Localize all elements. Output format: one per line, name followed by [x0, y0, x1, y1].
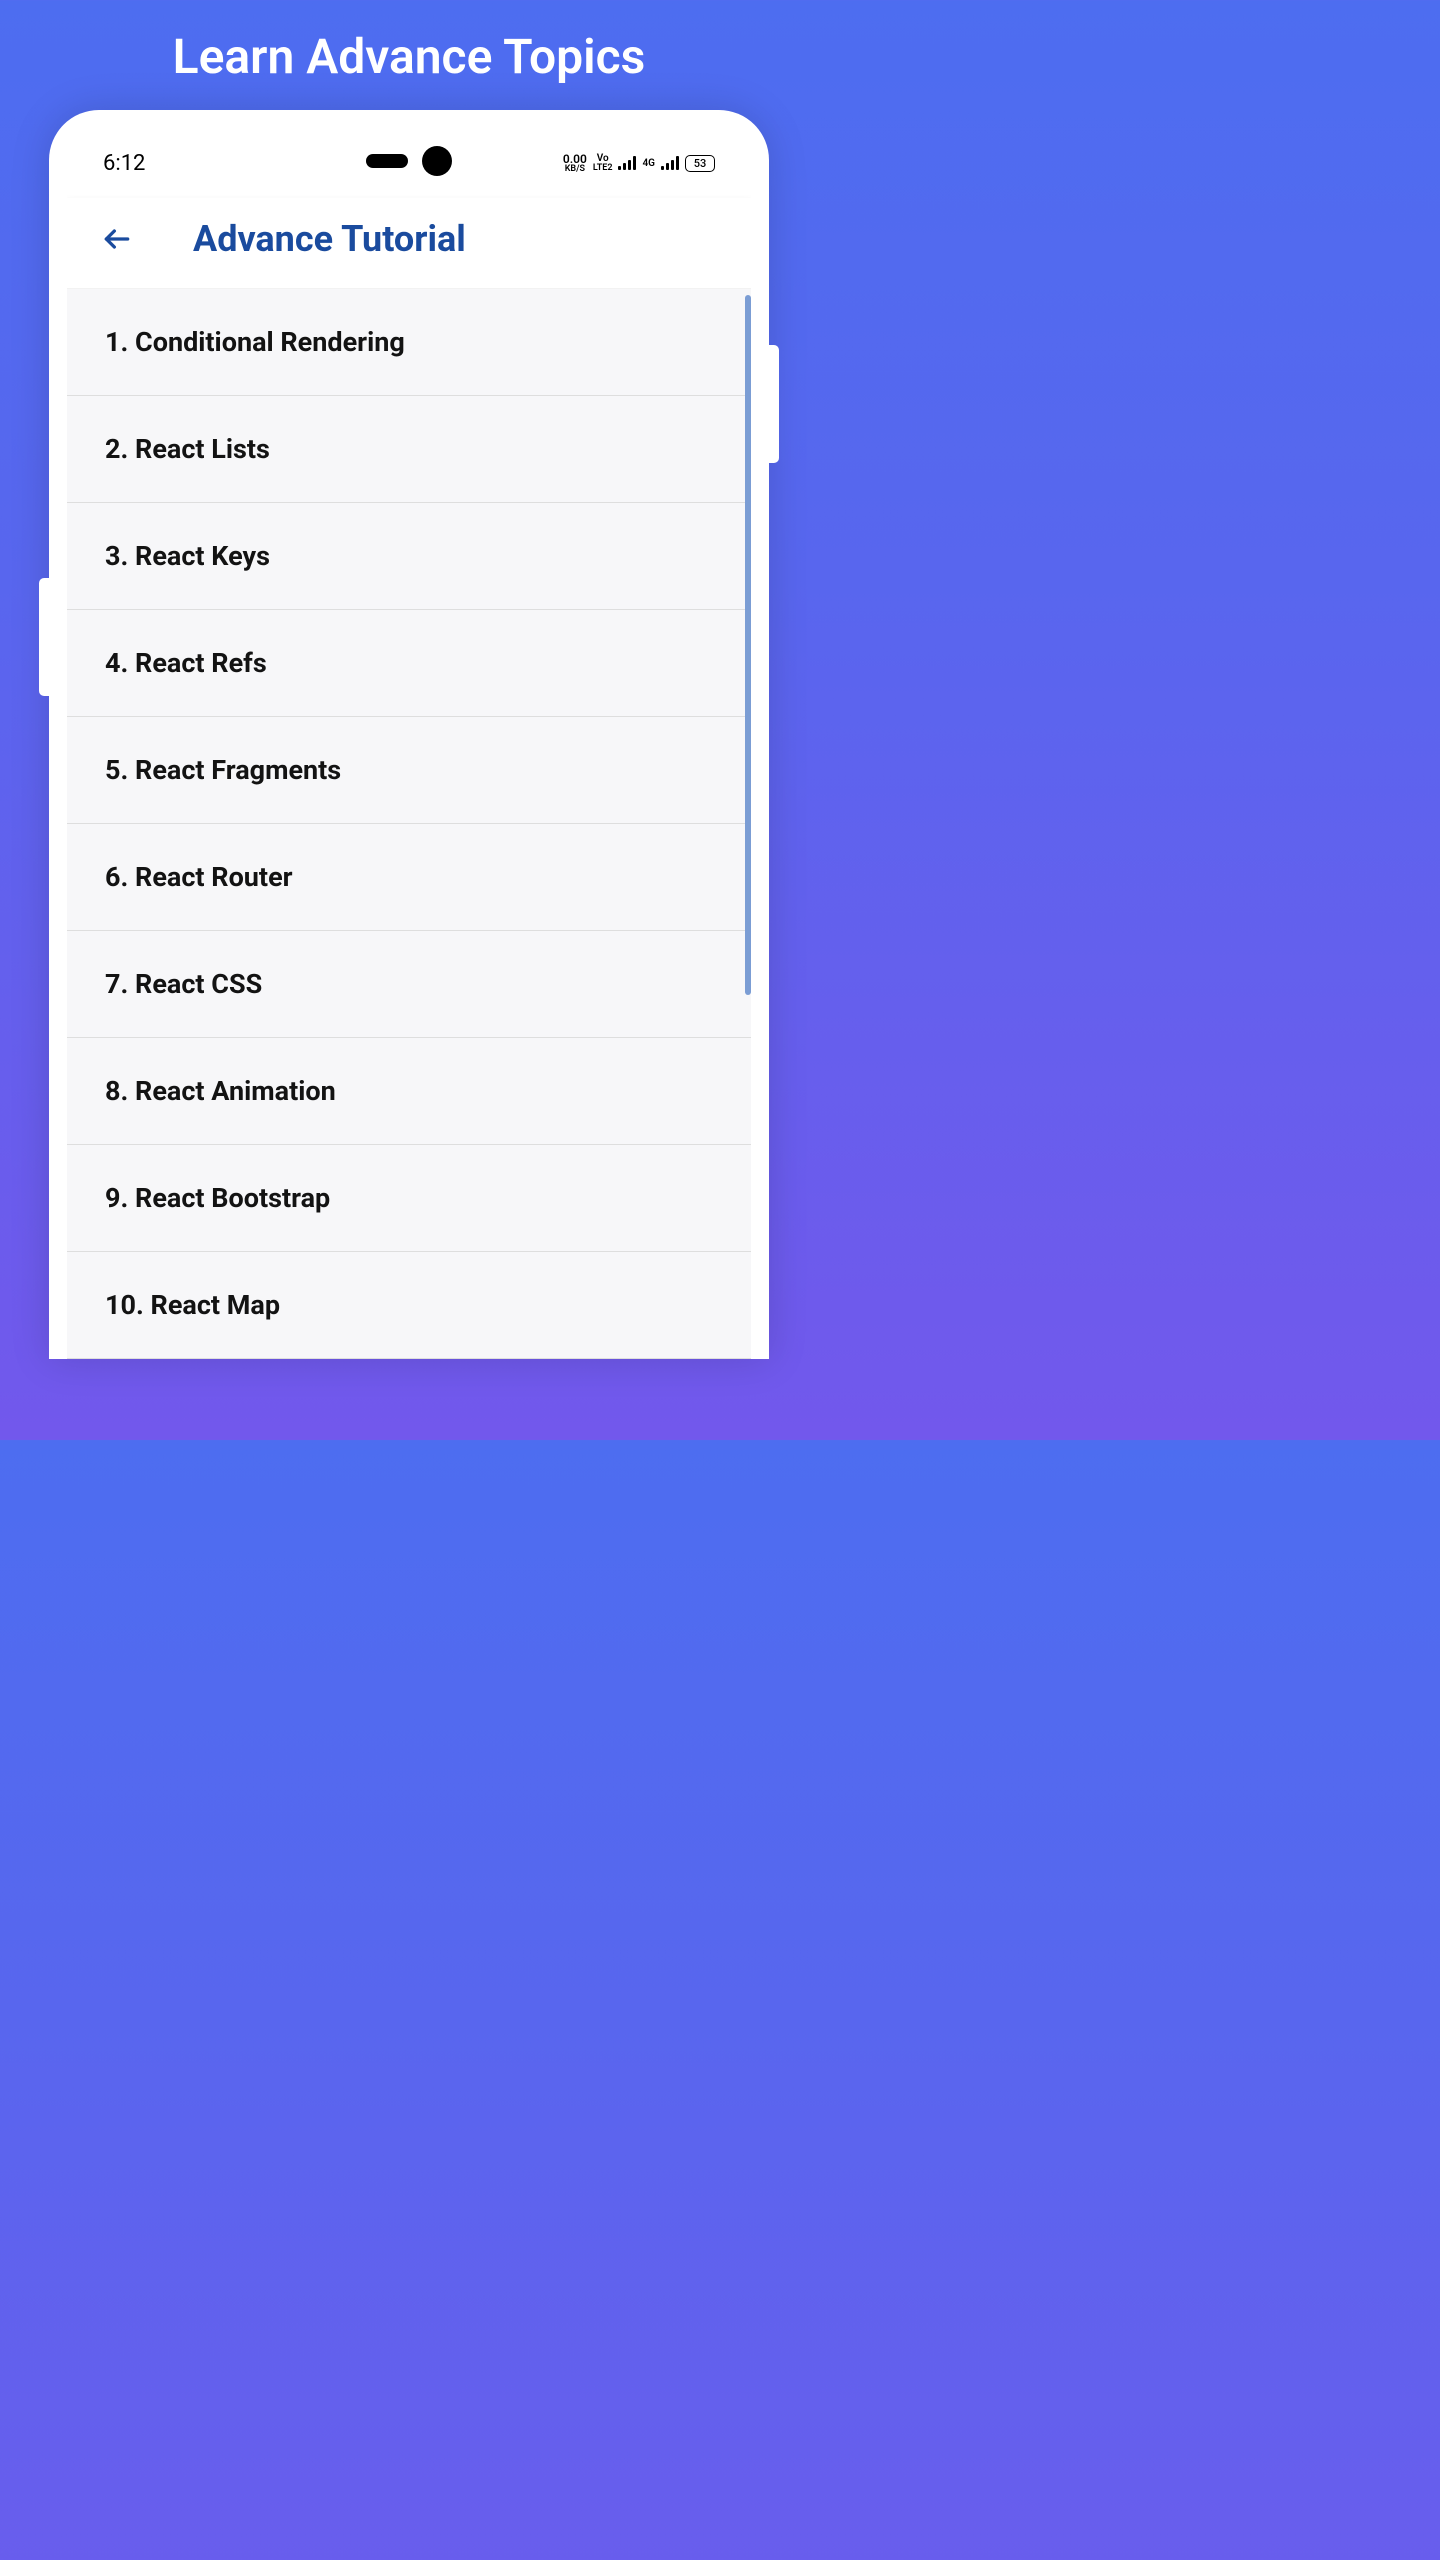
battery-indicator: 53	[685, 155, 715, 172]
speaker-slot	[366, 154, 408, 168]
topic-item-react-fragments[interactable]: 5. React Fragments	[67, 717, 751, 824]
phone-power-button	[769, 345, 779, 463]
notch	[366, 146, 452, 176]
promo-title: Learn Advance Topics	[0, 0, 818, 105]
topic-item-react-css[interactable]: 7. React CSS	[67, 931, 751, 1038]
topic-item-react-router[interactable]: 6. React Router	[67, 824, 751, 931]
volte-indicator: Vo LTE2	[593, 154, 613, 173]
status-time: 6:12	[103, 151, 145, 176]
app-header: Advance Tutorial	[67, 198, 751, 289]
topic-item-react-map[interactable]: 10. React Map	[67, 1252, 751, 1359]
signal-bars-icon	[618, 156, 636, 170]
header-title: Advance Tutorial	[193, 218, 466, 260]
network-type: 4G	[642, 158, 655, 169]
topic-item-react-refs[interactable]: 4. React Refs	[67, 610, 751, 717]
phone-screen: 6:12 0.00 KB/S Vo LTE2 4G 53	[67, 128, 751, 1359]
phone-volume-button	[39, 578, 49, 696]
phone-frame: 6:12 0.00 KB/S Vo LTE2 4G 53	[49, 110, 769, 1359]
topic-list: 1. Conditional Rendering 2. React Lists …	[67, 289, 751, 1359]
topic-item-react-bootstrap[interactable]: 9. React Bootstrap	[67, 1145, 751, 1252]
arrow-left-icon	[101, 223, 133, 255]
signal-bars-icon-2	[661, 156, 679, 170]
topic-item-react-keys[interactable]: 3. React Keys	[67, 503, 751, 610]
back-button[interactable]	[97, 219, 137, 259]
topic-item-conditional-rendering[interactable]: 1. Conditional Rendering	[67, 289, 751, 396]
topic-item-react-lists[interactable]: 2. React Lists	[67, 396, 751, 503]
status-indicators: 0.00 KB/S Vo LTE2 4G 53	[563, 153, 715, 174]
front-camera	[422, 146, 452, 176]
content-area: 1. Conditional Rendering 2. React Lists …	[67, 289, 751, 1359]
scroll-indicator[interactable]	[745, 295, 751, 995]
data-rate-indicator: 0.00 KB/S	[563, 153, 587, 174]
topic-item-react-animation[interactable]: 8. React Animation	[67, 1038, 751, 1145]
